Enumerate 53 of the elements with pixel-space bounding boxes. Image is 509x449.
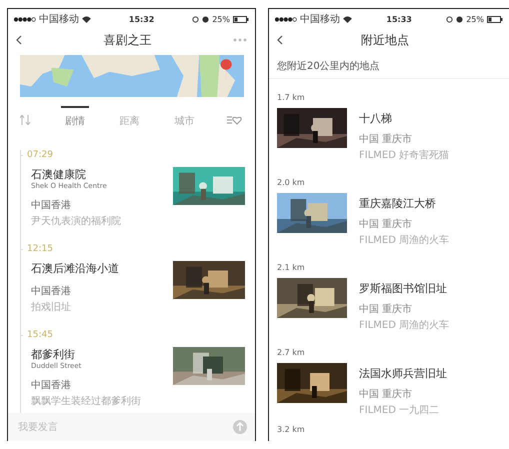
film-credit: FILMED 一九四二	[359, 404, 440, 417]
place-region: 中国香港	[31, 198, 72, 212]
film-credit: FILMED 好奇害死猫	[359, 148, 450, 162]
time-label: 15:45	[27, 330, 53, 340]
film-credit: FILMED 周渔的火车	[359, 318, 450, 332]
clock-time: 15:32	[128, 14, 154, 24]
tab[interactable]: 剧情	[60, 106, 89, 130]
place-region: 中国香港	[31, 378, 72, 392]
screen-title: 附近地点	[360, 32, 410, 48]
place-region: 中国 重庆市	[359, 302, 414, 316]
sort-icon	[20, 115, 32, 125]
battery-icon	[487, 16, 503, 22]
wifi-icon	[82, 16, 91, 22]
place-region: 中国香港	[31, 284, 72, 298]
battery-percent: 25%	[212, 14, 230, 24]
comment-field[interactable]: 我要发言	[16, 420, 233, 434]
place-name[interactable]: 石澳后滩沿海小道	[31, 261, 173, 276]
carrier-name: 中国移动	[300, 12, 340, 26]
place-name[interactable]: 重庆嘉陵江大桥	[359, 196, 450, 211]
place-name[interactable]: 法国水师兵营旧址	[359, 366, 447, 381]
distance-label: 2.1 km	[277, 263, 305, 272]
back-icon[interactable]	[277, 35, 283, 45]
place-note: 拍戏旧址	[31, 300, 72, 314]
place-region: 中国 重庆市	[359, 218, 414, 231]
battery-percent: 25%	[466, 14, 484, 24]
place-note: 飘飘学生装经过都爹利街	[31, 394, 142, 408]
place-note: 尹天仇表演的福利院	[31, 214, 122, 228]
place-name[interactable]: 罗斯福图书馆旧址	[359, 281, 450, 296]
signal-icon	[275, 16, 297, 22]
more-icon[interactable]	[233, 38, 247, 42]
heart-list-icon	[227, 115, 243, 125]
film-credit: FILMED 周渔的火车	[359, 234, 450, 247]
place-name[interactable]: 十八梯	[359, 111, 450, 126]
time-label: 07:29	[27, 150, 53, 160]
send-icon[interactable]	[233, 420, 247, 434]
battery-icon	[233, 16, 249, 22]
distance-label: 3.2 km	[277, 425, 306, 434]
time-label: 12:15	[27, 244, 53, 254]
place-name[interactable]: 石澳健康院	[31, 167, 173, 182]
clock-time: 15:33	[386, 14, 412, 24]
distance-label: 2.0 km	[277, 178, 305, 187]
screen-title: 喜剧之王	[102, 32, 152, 48]
wifi-icon	[343, 16, 352, 22]
section-subtitle: 您附近20公里内的地点	[269, 51, 509, 79]
carrier-name: 中国移动	[39, 12, 79, 26]
place-region: 中国 重庆市	[359, 132, 414, 146]
place-name[interactable]: 都爹利街	[31, 347, 173, 362]
place-region: 中国 重庆市	[359, 388, 414, 401]
distance-label: 2.7 km	[277, 348, 305, 357]
distance-label: 1.7 km	[277, 93, 305, 102]
comment-bar[interactable]: 我要发言	[8, 413, 255, 441]
signal-icon	[14, 16, 36, 22]
back-icon[interactable]	[16, 35, 22, 45]
